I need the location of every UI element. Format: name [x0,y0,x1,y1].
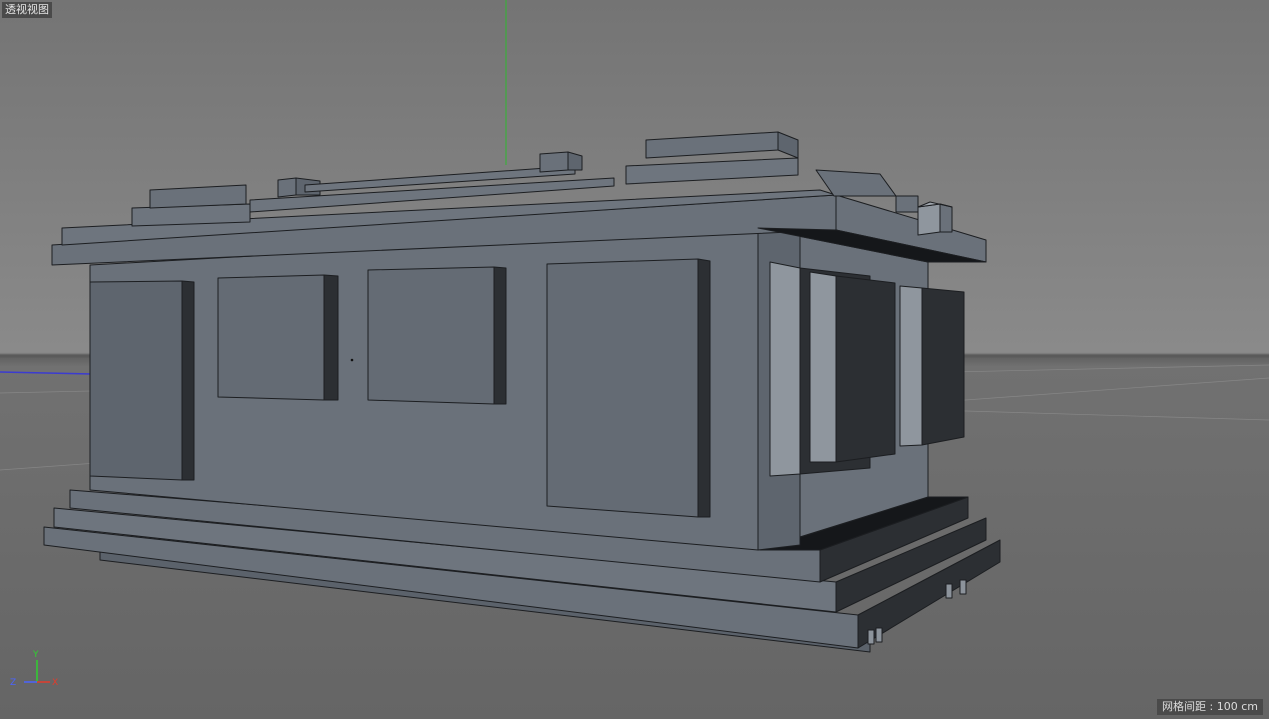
side-panel-a [769,261,801,477]
front-panel-1-edge [181,280,195,481]
leg-4 [959,579,967,595]
leg-3 [945,583,953,599]
roof-block-6 [895,195,919,213]
3d-scene[interactable]: Y Z X [0,0,1269,719]
side-panel-b-dark [835,275,896,463]
front-panel-2 [217,274,325,401]
object-pivot[interactable] [350,358,354,362]
gizmo-x-label: X [52,678,58,688]
front-panel-4 [546,258,699,518]
side-panel-c-dark [921,287,965,446]
side-panel-b [809,271,837,463]
gizmo-y-label: Y [32,650,39,660]
roof-block-3 [539,151,569,173]
perspective-viewport[interactable]: Y Z X 透视视图 网格间距 : 100 cm [0,0,1269,719]
front-panel-4-edge [697,258,711,518]
grid-spacing-info: 网格间距 : 100 cm [1157,699,1263,715]
leg-2 [875,627,883,643]
front-panel-3 [367,266,495,405]
front-panel-1 [89,280,183,481]
gizmo-z-label: Z [10,678,16,688]
viewport-title[interactable]: 透视视图 [2,2,52,18]
roof-cube-side [939,203,953,233]
roof-cube-front [917,203,941,236]
side-panel-c [899,285,923,447]
roof-block-2 [277,177,297,198]
front-panel-3-edge [493,266,507,405]
front-panel-2-edge [323,274,339,401]
leg-1 [867,629,875,645]
